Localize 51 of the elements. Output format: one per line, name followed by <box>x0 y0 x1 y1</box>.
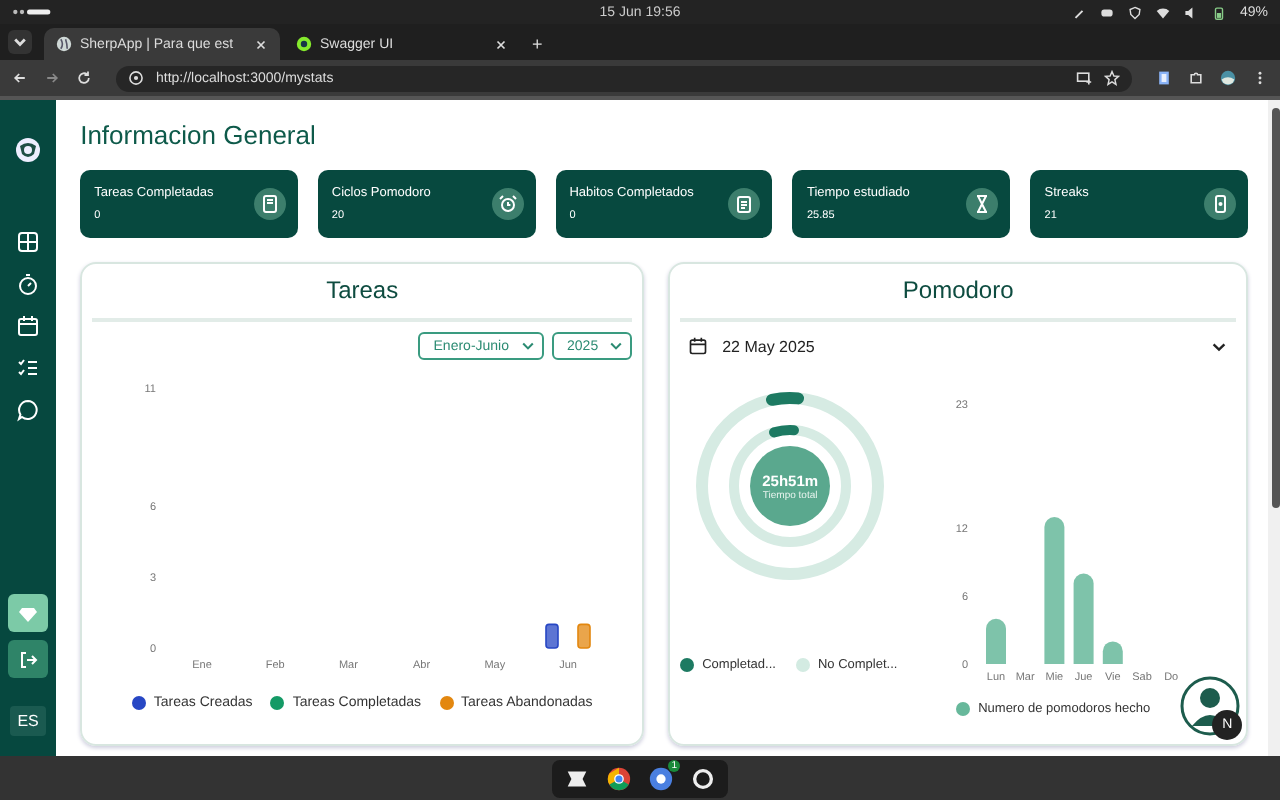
clipboard-icon <box>734 194 755 214</box>
alarm-clock-icon <box>497 194 518 214</box>
close-icon[interactable] <box>254 37 268 51</box>
diamond-icon <box>18 603 39 623</box>
reload-icon[interactable] <box>76 70 92 86</box>
scrollbar-thumb[interactable] <box>1272 108 1280 508</box>
profile-avatar-icon[interactable] <box>1220 70 1236 86</box>
chart-bar <box>1103 641 1123 664</box>
star-icon[interactable] <box>1104 70 1120 86</box>
logo-icon[interactable] <box>14 136 43 164</box>
site-info-icon[interactable] <box>128 70 144 86</box>
book-icon <box>259 194 280 214</box>
hourglass-icon <box>972 194 993 214</box>
chart-bar <box>1073 573 1094 664</box>
chart-bar <box>545 623 559 649</box>
tab-list-icon[interactable] <box>8 30 32 54</box>
shield-icon[interactable] <box>1127 5 1142 19</box>
language-button[interactable]: ES <box>9 706 47 736</box>
install-app-icon[interactable] <box>1076 70 1092 86</box>
chat-icon[interactable] <box>16 398 41 422</box>
logout-button[interactable] <box>8 640 49 678</box>
timer-icon[interactable] <box>16 272 41 296</box>
new-tab-button[interactable]: + <box>532 34 543 54</box>
grid-icon[interactable] <box>16 230 41 254</box>
close-icon[interactable] <box>494 37 508 51</box>
wifi-icon[interactable] <box>1155 5 1170 19</box>
date-picker[interactable]: 22 May 2025 <box>680 332 1237 360</box>
pen-icon[interactable] <box>1071 5 1086 19</box>
chart-bar <box>577 623 591 649</box>
workspace-indicator-icon[interactable] <box>12 8 52 16</box>
forward-arrow-icon[interactable] <box>44 70 60 86</box>
back-arrow-icon[interactable] <box>12 70 28 86</box>
battery-icon[interactable] <box>1211 5 1226 19</box>
swagger-icon <box>296 36 312 52</box>
panel-title: Pomodoro <box>902 276 1014 304</box>
chart-bar <box>986 618 1007 664</box>
ring-icon[interactable] <box>690 765 716 791</box>
globe-icon <box>56 36 72 52</box>
chevron-down-icon <box>519 338 536 354</box>
panel-title: Tareas <box>326 276 399 304</box>
premium-button[interactable] <box>8 594 49 632</box>
chevron-down-icon <box>608 338 625 354</box>
phone-icon <box>1210 194 1231 214</box>
volume-icon[interactable] <box>1183 5 1198 19</box>
calendar-icon[interactable] <box>16 314 41 338</box>
document-icon[interactable] <box>1156 70 1172 86</box>
checklist-icon[interactable] <box>16 356 41 380</box>
calendar-icon <box>688 336 709 356</box>
chrome-icon[interactable] <box>606 765 632 791</box>
logout-icon <box>18 649 39 669</box>
page-title: Informacion General <box>80 120 318 150</box>
